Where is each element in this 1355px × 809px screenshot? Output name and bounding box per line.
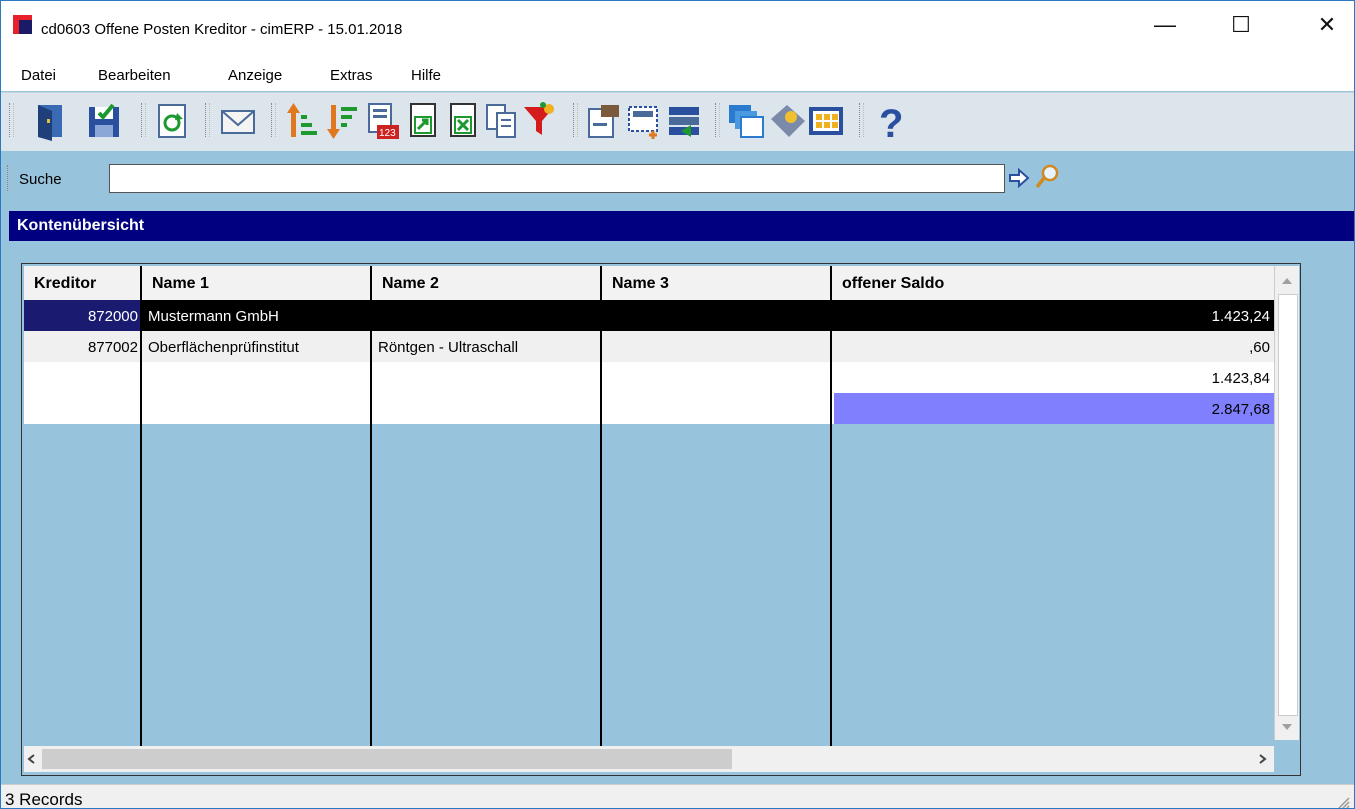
cell-kreditor[interactable]: 877002 — [24, 331, 142, 362]
window-title: cd0603 Offene Posten Kreditor - cimERP -… — [41, 21, 403, 38]
sort-descending-icon[interactable] — [325, 101, 363, 141]
menu-datei[interactable]: Datei — [21, 67, 56, 84]
save-icon[interactable] — [85, 101, 123, 141]
total-saldo: 1.423,84 — [1211, 370, 1270, 387]
horizontal-scroll-thumb[interactable] — [42, 749, 732, 769]
scroll-left-icon[interactable] — [26, 753, 38, 765]
copy-icon[interactable] — [483, 101, 521, 141]
section-header: Kontenübersicht — [9, 211, 1354, 241]
column-header-name-2[interactable]: Name 2 — [372, 266, 602, 300]
new-selection-icon[interactable] — [625, 101, 663, 141]
refresh-icon[interactable] — [153, 101, 191, 141]
menu-bar: Datei Bearbeiten Anzeige Extras Hilfe — [1, 61, 1354, 91]
search-bar: Suche — [1, 151, 1354, 201]
menu-hilfe[interactable]: Hilfe — [411, 67, 441, 84]
tag-icon[interactable] — [769, 101, 807, 141]
cell-name-1[interactable]: Oberflächenprüfinstitut — [144, 331, 372, 362]
horizontal-scrollbar[interactable] — [24, 746, 1274, 772]
resize-grip-icon[interactable] — [1336, 795, 1350, 809]
status-bar: 3 Records — [1, 784, 1354, 809]
toolbar-grip — [141, 103, 146, 137]
cell-name-1[interactable]: Mustermann GmbH — [144, 300, 372, 331]
help-icon[interactable]: ? — [873, 101, 911, 141]
filter-icon[interactable] — [521, 101, 559, 141]
searchbar-grip — [7, 165, 12, 191]
windows-icon[interactable] — [727, 101, 765, 141]
cell-offener-saldo[interactable]: ,60 — [834, 331, 1274, 362]
svg-text:123: 123 — [379, 128, 396, 139]
export-document-icon[interactable] — [405, 101, 443, 141]
column-divider — [140, 300, 142, 770]
record-count: 3 Records — [5, 790, 83, 809]
cell-name-2[interactable] — [374, 300, 602, 331]
toolbar-grip — [271, 103, 276, 137]
column-divider — [370, 300, 372, 770]
number-format-icon[interactable]: 123 — [363, 101, 401, 141]
toolbar-grip — [715, 103, 720, 137]
cell-name-3[interactable] — [604, 331, 832, 362]
accounts-grid: Kreditor Name 1 Name 2 Name 3 offener Sa… — [21, 263, 1301, 776]
export-excel-icon[interactable] — [445, 101, 483, 141]
app-logo-icon — [13, 15, 32, 34]
maximize-button[interactable]: ☐ — [1218, 11, 1264, 39]
vertical-scroll-thumb[interactable] — [1278, 294, 1298, 716]
scroll-right-icon[interactable] — [1256, 753, 1268, 765]
properties-icon[interactable] — [585, 101, 623, 141]
column-divider — [830, 300, 832, 770]
app-window: cd0603 Offene Posten Kreditor - cimERP -… — [0, 0, 1355, 809]
column-header-name-3[interactable]: Name 3 — [602, 266, 832, 300]
column-header-offener-saldo[interactable]: offener Saldo — [832, 266, 1274, 300]
minimize-button[interactable]: — — [1142, 11, 1188, 39]
search-input[interactable] — [109, 164, 1005, 193]
menu-bearbeiten[interactable]: Bearbeiten — [98, 67, 171, 84]
cell-offener-saldo[interactable]: 1.423,24 — [834, 300, 1274, 331]
exit-icon[interactable] — [33, 101, 71, 141]
close-button[interactable]: ✕ — [1304, 11, 1350, 39]
toolbar-grip — [9, 103, 14, 137]
grand-total-saldo: 2.847,68 — [834, 393, 1274, 424]
sort-ascending-icon[interactable] — [285, 101, 323, 141]
toolbar: 123 ? — [1, 92, 1354, 152]
menu-anzeige[interactable]: Anzeige — [228, 67, 282, 84]
svg-text:?: ? — [879, 102, 903, 141]
magnifier-icon[interactable] — [1034, 163, 1060, 191]
title-bar: cd0603 Offene Posten Kreditor - cimERP -… — [1, 1, 1354, 61]
mail-icon[interactable] — [219, 101, 257, 141]
toolbar-grip — [859, 103, 864, 137]
column-divider — [600, 300, 602, 770]
cell-name-2[interactable]: Röntgen - Ultraschall — [374, 331, 602, 362]
toolbar-grip — [205, 103, 210, 137]
column-header-name-1[interactable]: Name 1 — [142, 266, 372, 300]
toolbar-grip — [573, 103, 578, 137]
column-header-kreditor[interactable]: Kreditor — [24, 266, 142, 300]
cell-name-3[interactable] — [604, 300, 832, 331]
search-label: Suche — [19, 171, 62, 188]
layout-icon[interactable] — [665, 101, 703, 141]
scroll-down-icon[interactable] — [1280, 722, 1294, 732]
cell-kreditor[interactable]: 872000 — [24, 300, 142, 331]
vertical-scrollbar[interactable] — [1274, 266, 1299, 740]
scroll-up-icon[interactable] — [1280, 276, 1294, 286]
search-go-arrow-icon[interactable] — [1008, 168, 1030, 188]
menu-extras[interactable]: Extras — [330, 67, 373, 84]
calculator-icon[interactable] — [807, 101, 845, 141]
